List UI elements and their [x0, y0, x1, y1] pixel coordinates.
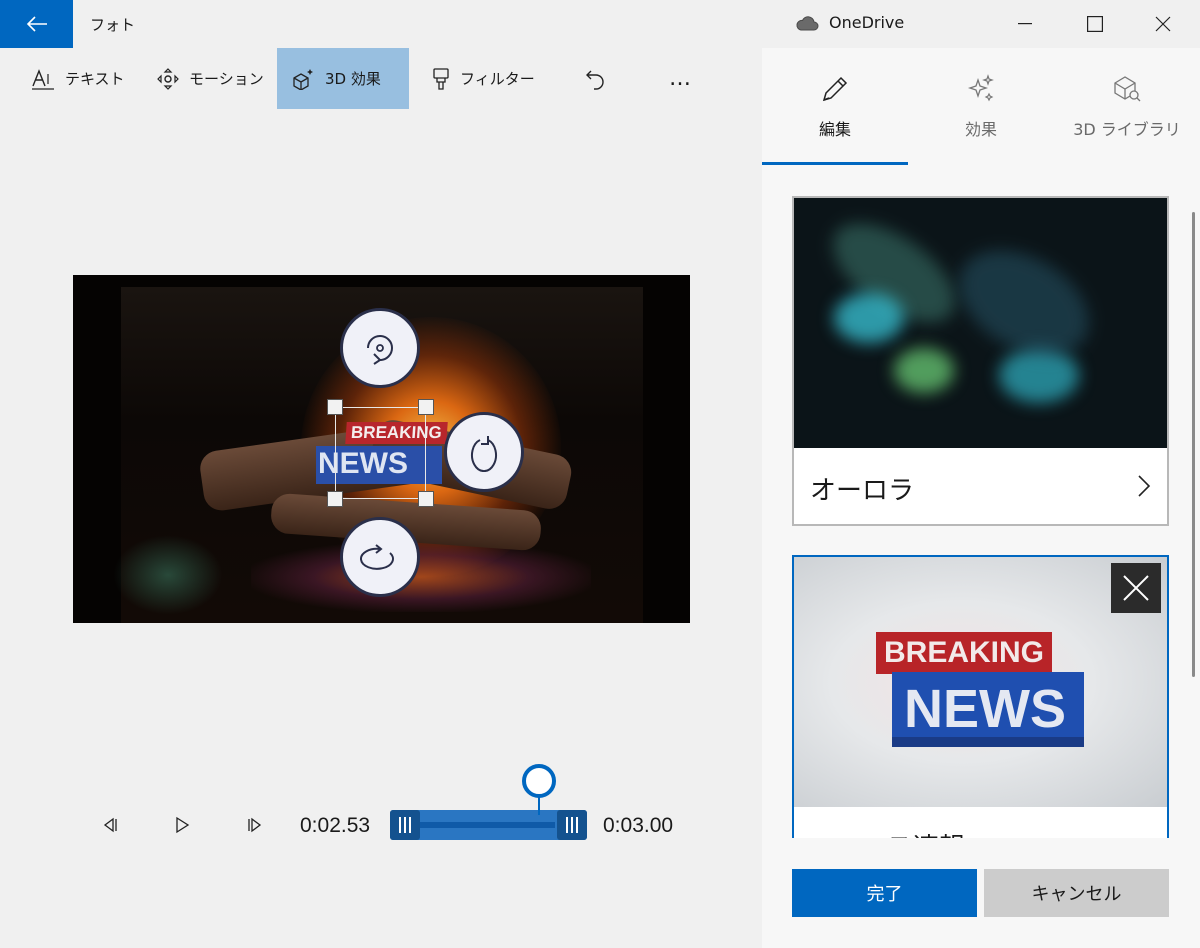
cloud-icon	[796, 15, 819, 30]
tab-3d-library-label: 3D ライブラリ	[1073, 120, 1181, 139]
thumb-breaking-text: BREAKING	[876, 632, 1053, 674]
aurora-effect-glow	[113, 535, 223, 615]
rotate-icon	[367, 335, 393, 365]
scrollbar[interactable]	[1192, 212, 1195, 677]
onedrive-button[interactable]: OneDrive	[795, 13, 904, 32]
remove-effect-button[interactable]	[1111, 563, 1161, 613]
aurora-thumbnail	[794, 198, 1167, 448]
rotate-y-handle[interactable]	[444, 412, 524, 492]
active-tab-indicator	[762, 162, 908, 165]
maximize-button[interactable]	[1061, 0, 1129, 48]
undo-icon	[586, 70, 604, 90]
back-button[interactable]	[0, 0, 73, 48]
filter-tool-button[interactable]: フィルター	[418, 48, 549, 109]
sparkle-icon	[967, 74, 994, 102]
filter-tool-label: フィルター	[460, 70, 535, 88]
motion-tool-label: モーション	[189, 70, 264, 88]
tab-3d-library[interactable]: 3D ライブラリ	[1054, 48, 1200, 166]
minimize-icon	[1018, 23, 1032, 25]
effect-card-breaking-news[interactable]: BREAKING NEWS ニュース速報	[792, 555, 1169, 838]
playhead-knob[interactable]	[522, 764, 556, 798]
play-button[interactable]	[170, 813, 194, 837]
effect-card-label: ニュース速報	[810, 827, 965, 838]
tab-effects[interactable]: 効果	[908, 48, 1054, 166]
tab-edit[interactable]: 編集	[762, 48, 908, 166]
minimize-button[interactable]	[991, 0, 1059, 48]
tab-edit-label: 編集	[818, 120, 851, 139]
current-time: 0:02.53	[300, 814, 371, 837]
title-bar: フォト OneDrive	[0, 0, 1200, 48]
text-tool-label: テキスト	[65, 70, 125, 88]
app-title: フォト	[90, 16, 136, 34]
resize-handle[interactable]	[418, 491, 434, 507]
filter-icon	[433, 67, 449, 90]
arrow-left-icon	[26, 16, 47, 32]
close-icon	[1155, 16, 1171, 32]
cancel-button[interactable]: キャンセル	[984, 869, 1169, 917]
trim-start-handle[interactable]	[390, 810, 420, 840]
playhead-stem	[538, 795, 540, 815]
undo-button[interactable]	[571, 48, 621, 109]
done-button[interactable]: 完了	[792, 869, 977, 917]
rotate-z-handle[interactable]	[340, 308, 420, 388]
text-icon	[32, 68, 54, 90]
maximize-icon	[1087, 16, 1103, 32]
rotate-x-handle[interactable]	[340, 517, 420, 597]
pencil-icon	[822, 76, 848, 102]
embers	[251, 542, 591, 612]
step-back-icon	[103, 817, 117, 833]
next-frame-button[interactable]	[243, 813, 267, 837]
thumb-news-text: NEWS	[892, 672, 1084, 747]
resize-handle[interactable]	[327, 491, 343, 507]
previous-frame-button[interactable]	[98, 813, 122, 837]
step-forward-icon	[248, 817, 262, 833]
end-time: 0:03.00	[603, 814, 674, 837]
more-icon: …	[669, 66, 693, 91]
tab-effects-label: 効果	[964, 120, 997, 139]
3d-effects-tool-label: 3D 効果	[325, 70, 381, 88]
text-tool-button[interactable]: テキスト	[17, 48, 139, 109]
resize-handle[interactable]	[418, 399, 434, 415]
selection-box	[335, 407, 426, 499]
video-preview[interactable]: BREAKING NEWS	[73, 275, 690, 623]
effects-list[interactable]: オーロラ BREAKING NEWS ニュース速報	[762, 166, 1200, 838]
onedrive-label: OneDrive	[829, 13, 905, 32]
chevron-right-icon	[1138, 475, 1151, 497]
3d-effects-tool-button[interactable]: 3D 効果	[277, 48, 409, 109]
close-window-button[interactable]	[1129, 0, 1197, 48]
trim-end-handle[interactable]	[557, 810, 587, 840]
play-icon	[176, 816, 190, 834]
3d-effects-icon	[293, 68, 313, 90]
edit-toolbar: テキスト モーション 3D 効果 フィルター …	[0, 48, 762, 109]
3d-library-icon	[1114, 76, 1141, 102]
more-options-button[interactable]: …	[655, 48, 707, 109]
close-icon	[1123, 575, 1149, 601]
rotate-horizontal-icon	[360, 544, 394, 570]
motion-tool-button[interactable]: モーション	[143, 48, 278, 109]
resize-handle[interactable]	[327, 399, 343, 415]
rotate-vertical-icon	[471, 436, 497, 472]
effect-card-aurora[interactable]: オーロラ	[792, 196, 1169, 526]
effect-card-label: オーロラ	[810, 476, 915, 506]
motion-icon	[157, 67, 179, 90]
timeline-progress	[420, 822, 555, 828]
